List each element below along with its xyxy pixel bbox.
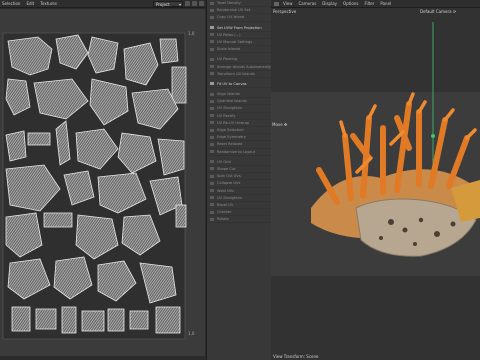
tool-icon — [210, 65, 214, 68]
tool-icon — [210, 33, 214, 37]
tool-icon — [210, 196, 214, 200]
grid-icon[interactable] — [192, 1, 197, 6]
tool-icon — [210, 15, 214, 19]
tool-icon — [210, 217, 214, 221]
menu-view[interactable]: View — [283, 1, 293, 6]
tool-icon — [210, 57, 214, 61]
tool-icon — [210, 47, 214, 51]
move-tool-label: Move ✥ — [272, 122, 288, 127]
tool-row[interactable]: UV Rectify — [207, 113, 271, 120]
tool-icon — [210, 92, 214, 96]
tool-fit-uv-canvas[interactable]: Fit UV to Canvas — [207, 81, 271, 89]
tool-texel-density[interactable]: Texel Density — [207, 0, 271, 8]
tool-icon — [210, 1, 214, 5]
tool-randomize-uv[interactable]: Randomize UV Set — [207, 7, 271, 15]
tool-icon — [210, 128, 214, 132]
tool-row[interactable]: Rotate — [207, 216, 271, 224]
tool-row[interactable]: UV Re-UV Unwrap — [207, 120, 271, 127]
tool-icon — [210, 210, 214, 214]
menu-filter[interactable]: Filter — [364, 1, 374, 6]
tool-icon — [210, 8, 214, 12]
tool-row[interactable]: Collapse UVs — [207, 180, 271, 188]
tool-row[interactable]: UV Grid — [207, 159, 271, 166]
viewport-camera-label[interactable]: Default Camera ⟳ — [420, 9, 456, 14]
tool-icon — [210, 99, 214, 103]
tool-arrange-islands[interactable]: Arrange Islands Automatically — [207, 64, 271, 71]
project-select-value: Project — [156, 2, 170, 7]
tool-icon — [210, 26, 214, 30]
tool-row[interactable]: Randomize to Layout — [207, 149, 271, 156]
tool-row[interactable]: Align Islands — [207, 91, 271, 99]
chevron-down-icon: ▾ — [178, 2, 181, 7]
tool-scale-islands[interactable]: Scale Islands — [207, 46, 271, 54]
viewport-status: View Transform: Scene — [273, 354, 319, 359]
tool-icon — [210, 160, 214, 164]
tool-row[interactable]: UV Straighten — [207, 105, 271, 113]
tool-row[interactable]: Bevel UV — [207, 202, 271, 210]
uv-islands-canvas[interactable] — [0, 9, 205, 356]
tool-icon — [210, 135, 214, 139]
tool-icon — [210, 121, 214, 125]
tool-icon — [210, 181, 214, 185]
lock-icon[interactable] — [185, 1, 190, 6]
tool-transform-islands[interactable]: Transform UV Islands — [207, 71, 271, 78]
viewport-menubar: View Cameras Display Options Filter Pane… — [271, 0, 480, 8]
tool-icon — [210, 189, 214, 192]
menu-selection[interactable]: Selection — [2, 1, 20, 6]
menu-panel[interactable]: Panel — [380, 1, 391, 6]
menu-display[interactable]: Display — [322, 1, 337, 6]
menu-edit[interactable]: Edit — [26, 1, 34, 6]
tool-icon — [210, 72, 214, 76]
tool-set-uvw-projection[interactable]: Set UVW From Projection — [207, 25, 271, 32]
tool-icon — [210, 114, 214, 118]
tool-icon — [210, 106, 214, 110]
tool-icon — [210, 174, 214, 178]
tool-row[interactable]: Edge Symmetry — [207, 134, 271, 142]
tool-row[interactable]: Checker — [207, 209, 271, 217]
tool-row[interactable]: Reset Relaxed — [207, 141, 271, 149]
uv-editor-view[interactable]: 1,0 1,0 — [0, 9, 205, 356]
uv-toolbar-icons — [185, 1, 204, 6]
uv-corner-marker-bottom: 1,0 — [188, 331, 195, 336]
uv-corner-marker-top: 1,0 — [188, 31, 195, 36]
tool-row[interactable]: Quantize Islands — [207, 98, 271, 106]
tool-icon — [210, 167, 214, 171]
tool-row[interactable]: Shape Cut — [207, 166, 271, 174]
viewport-scene — [271, 8, 480, 360]
axis-handle[interactable] — [431, 134, 435, 138]
tool-icon — [210, 203, 214, 207]
tool-uv-packing[interactable]: UV Packing — [207, 56, 271, 64]
viewport-perspective-label: Perspective — [273, 9, 297, 14]
tool-icon — [210, 82, 214, 86]
uv-tools-panel: Texel Density Randomize UV Set Copy UV I… — [206, 0, 272, 360]
menu-textures[interactable]: Textures — [40, 1, 57, 6]
project-select[interactable]: Project ▾ — [153, 1, 183, 7]
tool-uv-relax[interactable]: UV Relax (...) — [207, 32, 271, 39]
tool-icon — [210, 40, 214, 44]
tool-icon — [210, 150, 214, 154]
settings-icon[interactable] — [199, 1, 204, 6]
tool-row[interactable]: UV Straighten — [207, 195, 271, 202]
tool-row[interactable]: Edge Selection — [207, 127, 271, 135]
viewport-icon — [274, 2, 279, 6]
menu-options[interactable]: Options — [343, 1, 358, 6]
tool-copy-uv[interactable]: Copy UV Island — [207, 14, 271, 22]
tool-icon — [210, 142, 214, 146]
tool-row[interactable]: Split Out UVs — [207, 173, 271, 181]
tool-uv-manual[interactable]: UV Manual Settings — [207, 39, 271, 47]
3d-viewport[interactable]: Perspective Default Camera ⟳ Move ✥ View… — [271, 8, 480, 360]
tool-row[interactable]: Weld UVs — [207, 188, 271, 195]
menu-cameras[interactable]: Cameras — [299, 1, 317, 6]
